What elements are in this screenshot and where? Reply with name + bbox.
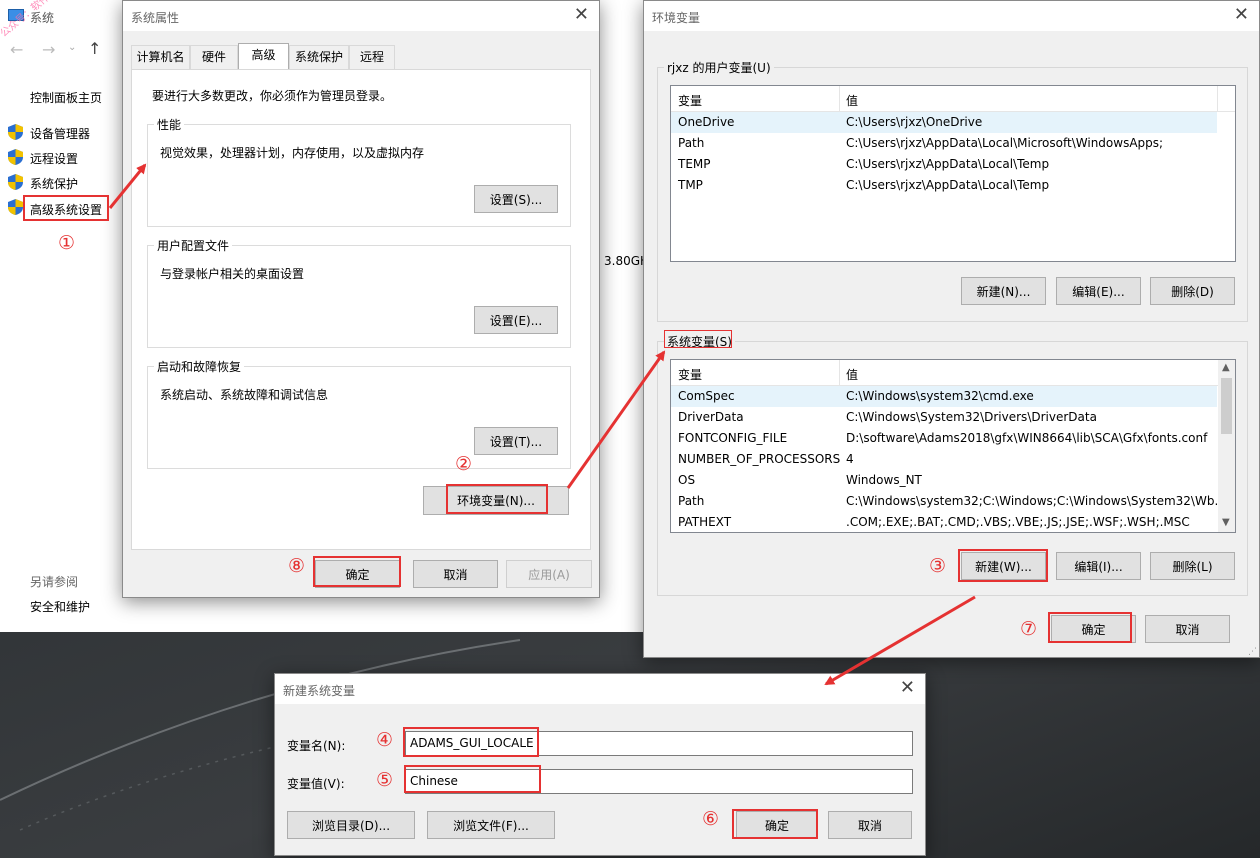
arrow-to-system-vars bbox=[566, 350, 666, 489]
arrow-to-newvar bbox=[824, 595, 976, 686]
arrow-to-sysprop bbox=[108, 163, 147, 209]
annotation-arrows bbox=[108, 163, 976, 686]
